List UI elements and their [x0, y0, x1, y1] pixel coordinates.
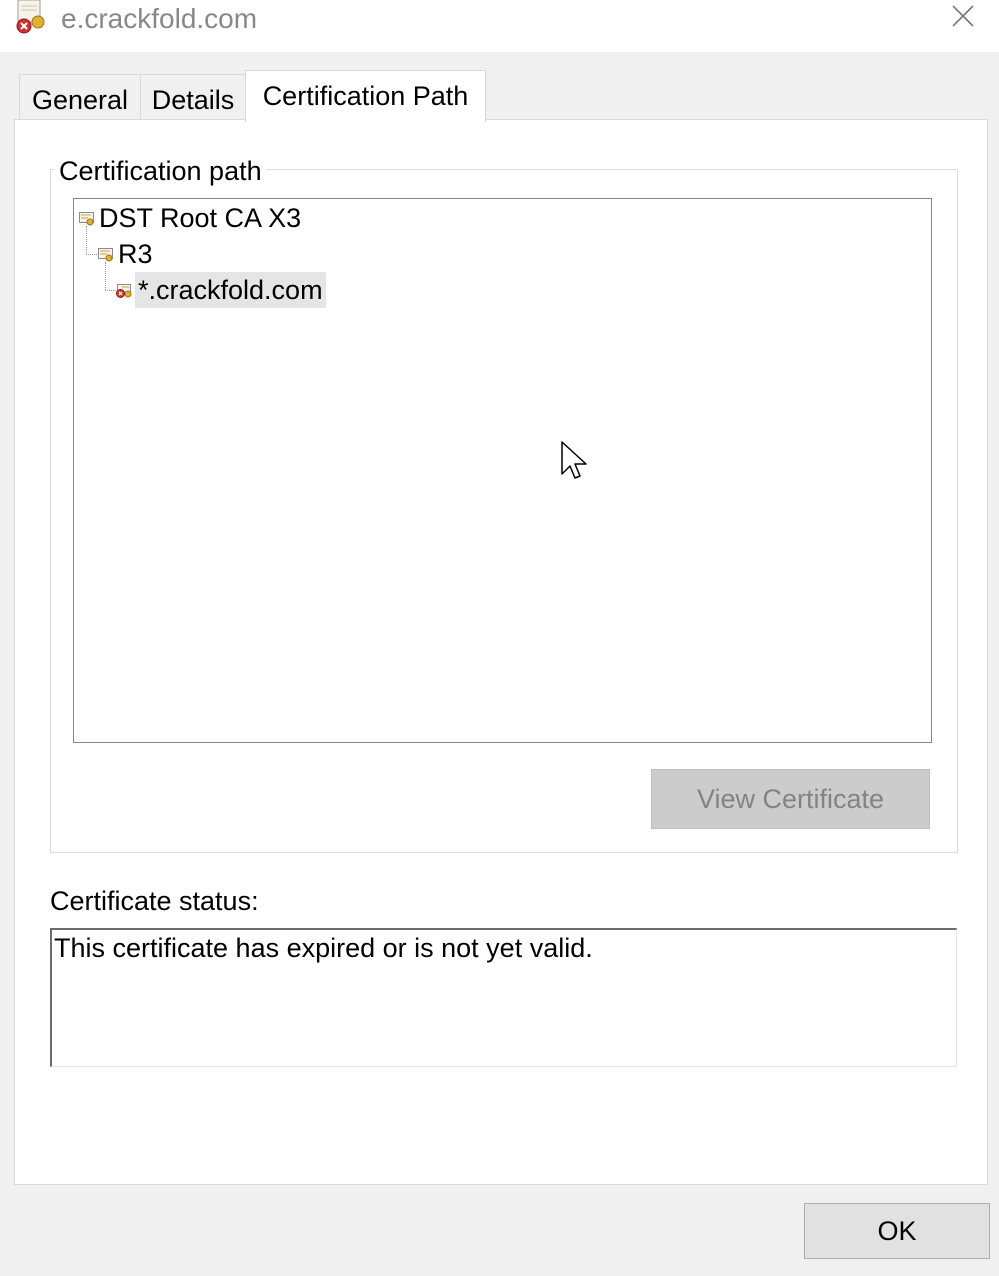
- certification-path-label: Certification path: [55, 154, 266, 188]
- certificate-error-icon: [12, 0, 52, 36]
- certificate-error-icon: [116, 283, 132, 299]
- title-bar: e.crackfold.com: [0, 0, 999, 52]
- tree-connector: [86, 226, 87, 254]
- tab-certification-path[interactable]: Certification Path: [245, 70, 486, 122]
- close-button[interactable]: [940, 0, 986, 38]
- tree-node-root-ca[interactable]: DST Root CA X3: [99, 200, 301, 236]
- tree-node-leaf-certificate[interactable]: *.crackfold.com: [135, 272, 326, 308]
- mouse-cursor-icon: [561, 441, 589, 483]
- tree-node-intermediate-ca[interactable]: R3: [118, 236, 153, 272]
- tab-general[interactable]: General: [19, 74, 141, 120]
- tree-connector: [105, 262, 106, 290]
- tab-details[interactable]: Details: [140, 74, 246, 120]
- certificate-icon: [98, 247, 114, 263]
- tree-connector: [86, 254, 97, 255]
- certificate-status-text: This certificate has expired or is not y…: [54, 933, 593, 963]
- certificate-status-box[interactable]: This certificate has expired or is not y…: [50, 928, 957, 1067]
- certificate-status-label: Certificate status:: [50, 886, 259, 916]
- tree-connector: [105, 290, 116, 291]
- view-certificate-button[interactable]: View Certificate: [651, 769, 930, 829]
- window-title: e.crackfold.com: [61, 3, 258, 34]
- close-icon: [952, 5, 974, 27]
- ok-button[interactable]: OK: [804, 1203, 990, 1259]
- certificate-icon: [79, 211, 95, 227]
